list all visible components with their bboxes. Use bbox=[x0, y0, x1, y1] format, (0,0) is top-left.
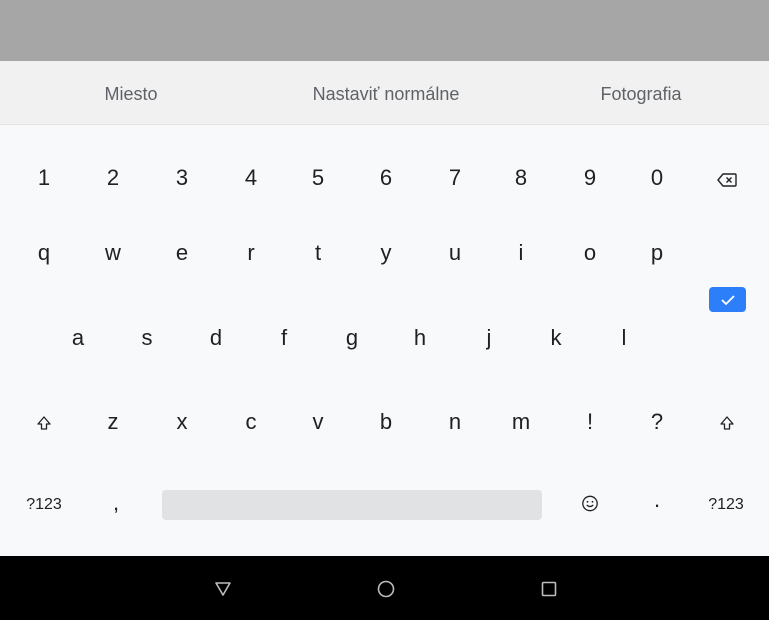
key-q[interactable]: q bbox=[38, 242, 50, 264]
key-v[interactable]: v bbox=[313, 411, 324, 433]
suggestion-1[interactable]: Miesto bbox=[104, 61, 157, 124]
key-s[interactable]: s bbox=[142, 327, 153, 349]
key-e[interactable]: e bbox=[176, 242, 188, 264]
key-0[interactable]: 0 bbox=[651, 167, 663, 189]
key-o[interactable]: o bbox=[584, 242, 596, 264]
shift-arrow-icon bbox=[720, 416, 734, 430]
key-6[interactable]: 6 bbox=[380, 167, 392, 189]
back-triangle-icon bbox=[215, 582, 231, 596]
key-r[interactable]: r bbox=[247, 242, 254, 264]
key-n[interactable]: n bbox=[449, 411, 461, 433]
backspace-icon bbox=[717, 173, 737, 187]
recents-square-icon bbox=[541, 581, 557, 597]
key-exclamation[interactable]: ! bbox=[587, 411, 593, 433]
key-comma[interactable]: , bbox=[113, 492, 119, 514]
key-2[interactable]: 2 bbox=[107, 167, 119, 189]
key-a[interactable]: a bbox=[72, 327, 84, 349]
key-g[interactable]: g bbox=[346, 327, 358, 349]
key-d[interactable]: d bbox=[210, 327, 222, 349]
home-button[interactable] bbox=[376, 579, 396, 599]
key-t[interactable]: t bbox=[315, 242, 321, 264]
shift-key-right[interactable] bbox=[719, 413, 735, 435]
shift-key-left[interactable] bbox=[36, 413, 52, 435]
suggestion-strip: Miesto Nastaviť normálne Fotografia bbox=[0, 61, 769, 125]
symbols-key-left[interactable]: ?123 bbox=[26, 497, 62, 513]
key-c[interactable]: c bbox=[246, 411, 257, 433]
key-5[interactable]: 5 bbox=[312, 167, 324, 189]
shift-arrow-icon bbox=[37, 416, 51, 430]
screen: Miesto Nastaviť normálne Fotografia 1 2 … bbox=[0, 0, 769, 620]
key-3[interactable]: 3 bbox=[176, 167, 188, 189]
key-8[interactable]: 8 bbox=[515, 167, 527, 189]
symbols-key-right[interactable]: ?123 bbox=[708, 497, 744, 513]
emoji-icon bbox=[582, 495, 598, 512]
key-1[interactable]: 1 bbox=[38, 167, 50, 189]
top-area bbox=[0, 0, 769, 61]
space-bar[interactable] bbox=[162, 490, 542, 520]
key-j[interactable]: j bbox=[487, 327, 492, 349]
key-x[interactable]: x bbox=[177, 411, 188, 433]
recents-button[interactable] bbox=[539, 579, 559, 599]
key-h[interactable]: h bbox=[414, 327, 426, 349]
key-4[interactable]: 4 bbox=[245, 167, 257, 189]
key-z[interactable]: z bbox=[108, 411, 119, 433]
key-u[interactable]: u bbox=[449, 242, 461, 264]
key-7[interactable]: 7 bbox=[449, 167, 461, 189]
key-w[interactable]: w bbox=[105, 242, 121, 264]
key-9[interactable]: 9 bbox=[584, 167, 596, 189]
enter-key[interactable] bbox=[709, 287, 746, 312]
home-circle-icon bbox=[377, 580, 395, 598]
back-button[interactable] bbox=[213, 579, 233, 599]
suggestion-3[interactable]: Fotografia bbox=[600, 61, 681, 124]
key-b[interactable]: b bbox=[380, 411, 392, 433]
key-period[interactable]: . bbox=[654, 489, 660, 511]
backspace-key[interactable] bbox=[717, 169, 737, 191]
checkmark-icon bbox=[720, 294, 735, 305]
emoji-key[interactable] bbox=[582, 494, 599, 516]
suggestion-2[interactable]: Nastaviť normálne bbox=[313, 61, 460, 124]
key-i[interactable]: i bbox=[519, 242, 524, 264]
key-y[interactable]: y bbox=[381, 242, 392, 264]
key-p[interactable]: p bbox=[651, 242, 663, 264]
key-m[interactable]: m bbox=[512, 411, 530, 433]
navigation-bar bbox=[0, 556, 769, 620]
key-f[interactable]: f bbox=[281, 327, 287, 349]
key-k[interactable]: k bbox=[551, 327, 562, 349]
key-l[interactable]: l bbox=[622, 327, 627, 349]
key-question[interactable]: ? bbox=[651, 411, 663, 433]
